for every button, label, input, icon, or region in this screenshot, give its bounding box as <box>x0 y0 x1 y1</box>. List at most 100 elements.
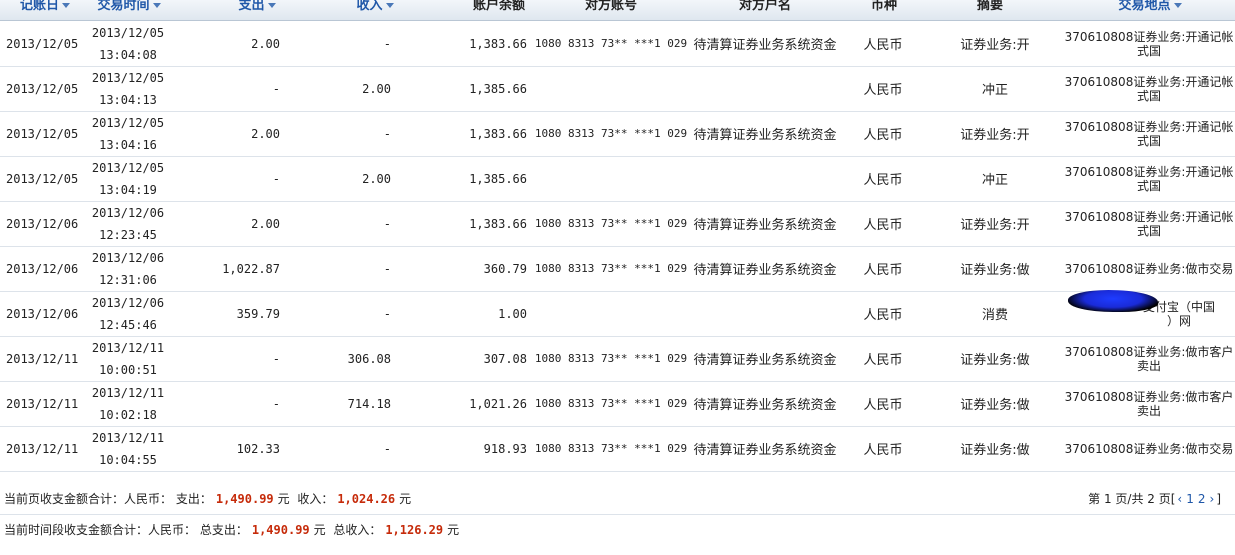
summary-cell: 冲正 <box>981 173 1008 188</box>
header-income[interactable]: 收入 <box>350 0 400 20</box>
page-expense-value: 1,490.99 <box>215 492 274 506</box>
trade-time-clock: 12:45:46 <box>99 317 157 332</box>
record-date-cell: 2013/12/06 <box>6 306 79 321</box>
currency-cell: 人民币 <box>863 38 903 53</box>
trade-time-clock: 13:04:08 <box>99 47 157 62</box>
counter-account-cell: 1080 8313 73** ***1 029 <box>534 397 688 410</box>
balance-cell: 1.00 <box>498 306 527 321</box>
counter-account-cell <box>532 66 690 111</box>
period-summary-label: 当前时间段收支金额合计：人民币： <box>4 523 197 537</box>
income-cell: 714.18 <box>347 396 391 411</box>
sort-down-icon <box>385 3 394 8</box>
header-record-date[interactable]: 记账日 <box>14 0 76 20</box>
income-cell: - <box>383 216 391 231</box>
trade-time-clock: 10:02:18 <box>99 407 157 422</box>
page-summary: 当前页收支金额合计：人民币： 支出： 1,490.99 元 收入： 1,024.26 元… <box>0 484 1235 515</box>
trade-time-date: 2013/12/05 <box>91 25 165 40</box>
table-row: 2013/12/06 2013/12/06 12:45:46 359.79 - 1.00 人… <box>0 291 1235 337</box>
income-cell: - <box>383 306 391 321</box>
location-cell: 370610808证券业务:开通记帐 式国 <box>1064 156 1234 201</box>
income-cell: 2.00 <box>362 171 391 186</box>
header-expense[interactable]: 支出 <box>232 0 282 20</box>
location-line-1: 370610808证券业务:做市客户 <box>1064 344 1234 359</box>
summary-cell: 消费 <box>981 308 1008 323</box>
expense-cell: 1,022.87 <box>222 261 280 276</box>
header-trade-time-label: 交易时间 <box>97 0 150 13</box>
location-line-2: 式国 <box>1136 223 1161 238</box>
page-income-value: 1,024.26 <box>337 492 396 506</box>
redaction-mark <box>1068 290 1158 312</box>
page-summary-label: 当前页收支金额合计：人民币： <box>4 492 173 506</box>
trade-time-cell: 2013/12/11 10:04:55 <box>90 426 166 471</box>
counter-name-cell: 待清算证券业务系统资金 <box>693 398 837 413</box>
trade-time-clock: 10:00:51 <box>99 362 157 377</box>
expense-cell: - <box>272 171 280 186</box>
counter-name-cell <box>690 291 840 336</box>
table-row: 2013/12/05 2013/12/05 13:04:19 - 2.00 1,385.6… <box>0 156 1235 202</box>
sort-down-icon <box>267 3 276 8</box>
currency-cell: 人民币 <box>863 398 903 413</box>
counter-name-cell: 待清算证券业务系统资金 <box>693 353 837 368</box>
counter-name-cell <box>690 156 840 201</box>
table-row: 2013/12/11 2013/12/11 10:02:18 - 714.18 1,021… <box>0 381 1235 427</box>
period-summary: 当前时间段收支金额合计：人民币： 总支出： 1,490.99 元 总收入： 1,126… <box>0 515 1235 545</box>
trade-time-clock: 12:31:06 <box>99 272 157 287</box>
location-line-1: 370610808证券业务:开通记帐 <box>1064 164 1234 179</box>
location-cell: 370610808证券业务:开通记帐 式国 <box>1064 201 1234 246</box>
table-row: 2013/12/11 2013/12/11 10:04:55 102.33 - 918.9… <box>0 426 1235 472</box>
currency-cell: 人民币 <box>863 128 903 143</box>
location-line-1: 370610808证券业务:做市交易 <box>1064 441 1234 456</box>
page-income-unit: 元 <box>399 492 412 506</box>
trade-time-cell: 2013/12/05 13:04:13 <box>90 66 166 111</box>
currency-cell: 人民币 <box>863 353 903 368</box>
currency-cell: 人民币 <box>863 263 903 278</box>
balance-cell: 1,383.66 <box>469 126 527 141</box>
trade-time-date: 2013/12/11 <box>91 385 165 400</box>
summary-cell: 证券业务:做 <box>960 353 1030 368</box>
period-expense-value: 1,490.99 <box>251 523 310 537</box>
table-row: 2013/12/05 2013/12/05 13:04:13 - 2.00 1,385.6… <box>0 66 1235 112</box>
table-row: 2013/12/11 2013/12/11 10:00:51 - 306.08 307.0… <box>0 336 1235 382</box>
summary-cell: 证券业务:开 <box>960 218 1030 233</box>
pagination: 第 1 页/共 2 页[‹ 1 2 ›] <box>1088 484 1221 514</box>
record-date-cell: 2013/12/06 <box>6 216 79 231</box>
trade-time-clock: 13:04:19 <box>99 182 157 197</box>
currency-cell: 人民币 <box>863 83 903 98</box>
period-expense-label: 总支出： <box>199 523 248 537</box>
period-expense-unit: 元 <box>313 523 326 537</box>
location-cell: 370610808证券业务:做市客户 卖出 <box>1064 336 1234 381</box>
counter-account-cell <box>532 291 690 336</box>
counter-account-cell: 1080 8313 73** ***1 029 <box>534 217 688 230</box>
pager-page-2-link[interactable]: 2 <box>1198 492 1206 506</box>
counter-account-cell: 1080 8313 73** ***1 029 <box>534 442 688 455</box>
balance-cell: 360.79 <box>483 261 527 276</box>
trade-time-clock: 13:04:16 <box>99 137 157 152</box>
header-location[interactable]: 交易地点 <box>1110 0 1190 20</box>
header-record-date-label: 记账日 <box>19 0 59 13</box>
trade-time-date: 2013/12/05 <box>91 70 165 85</box>
table-row: 2013/12/05 2013/12/05 13:04:16 2.00 - 1,383.6… <box>0 111 1235 157</box>
balance-cell: 1,385.66 <box>469 81 527 96</box>
table-row: 2013/12/06 2013/12/06 12:31:06 1,022.87 - 360… <box>0 246 1235 292</box>
trade-time-clock: 13:04:13 <box>99 92 157 107</box>
income-cell: - <box>383 126 391 141</box>
location-cell: 370610808证券业务:做市客户 卖出 <box>1064 381 1234 426</box>
trade-time-date: 2013/12/06 <box>91 295 165 310</box>
trade-time-cell: 2013/12/05 13:04:16 <box>90 111 166 156</box>
period-summary-text: 当前时间段收支金额合计：人民币： 总支出： 1,490.99 元 总收入： 1,126… <box>4 515 459 545</box>
trade-time-cell: 2013/12/06 12:45:46 <box>90 291 166 336</box>
expense-cell: 2.00 <box>251 36 280 51</box>
counter-account-cell: 1080 8313 73** ***1 029 <box>534 127 688 140</box>
trade-time-cell: 2013/12/06 12:31:06 <box>90 246 166 291</box>
trade-time-date: 2013/12/11 <box>91 430 165 445</box>
location-line-2: 式国 <box>1136 88 1161 103</box>
pager-next-link[interactable]: › <box>1210 492 1215 506</box>
summary-cell: 证券业务:开 <box>960 38 1030 53</box>
header-trade-time[interactable]: 交易时间 <box>92 0 166 20</box>
currency-cell: 人民币 <box>863 443 903 458</box>
counter-name-cell: 待清算证券业务系统资金 <box>693 128 837 143</box>
location-cell: 370610808证券业务:开通记帐 式国 <box>1064 111 1234 156</box>
pager-prev-link[interactable]: ‹ <box>1177 492 1182 506</box>
location-line-1: 370610808证券业务:开通记帐 <box>1064 29 1234 44</box>
pager-page-1-link[interactable]: 1 <box>1186 492 1194 506</box>
